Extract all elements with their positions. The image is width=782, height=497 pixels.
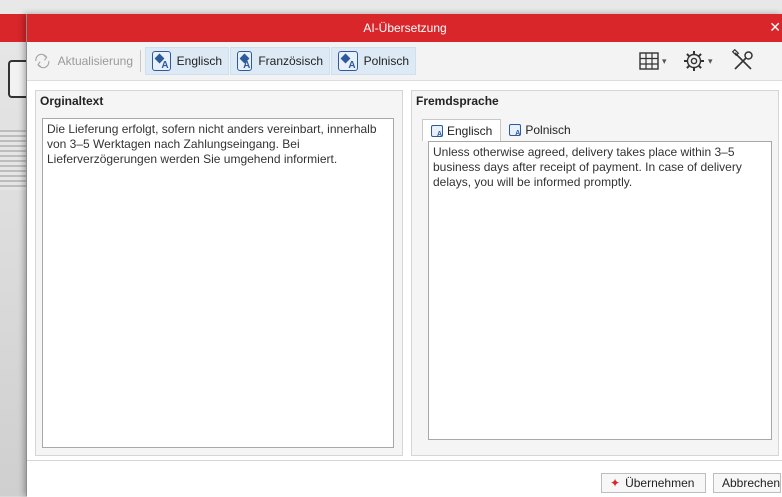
- grid-icon: [639, 52, 659, 70]
- background-app-sidebar: [0, 42, 26, 496]
- ai-translation-dialog: AI-Übersetzung ✕ Aktualisierung Englisch…: [26, 14, 782, 497]
- original-text-field[interactable]: Die Lieferung erfolgt, sofern nicht ande…: [42, 118, 394, 448]
- original-text-title: Orginaltext: [40, 94, 104, 108]
- language-button-french[interactable]: Französisch: [230, 47, 330, 75]
- translate-icon: [509, 124, 522, 137]
- translate-icon: [152, 51, 171, 71]
- tab-label: Englisch: [447, 123, 493, 138]
- refresh-button[interactable]: Aktualisierung: [27, 47, 139, 75]
- cancel-label: Abbrechen: [722, 476, 781, 490]
- language-label: Englisch: [176, 54, 222, 68]
- language-label: Französisch: [258, 54, 323, 68]
- translate-icon: [431, 124, 443, 138]
- dialog-titlebar: AI-Übersetzung ✕: [27, 14, 782, 42]
- foreign-language-title: Fremdsprache: [416, 94, 499, 108]
- gear-icon: [684, 51, 704, 71]
- cancel-button[interactable]: Abbrechen: [713, 473, 781, 493]
- refresh-label: Aktualisierung: [57, 54, 133, 68]
- close-icon[interactable]: ✕: [769, 19, 781, 36]
- chevron-down-icon: ▾: [708, 55, 713, 66]
- language-label: Polnisch: [363, 54, 409, 68]
- language-tabs: Englisch Polnisch: [422, 119, 579, 141]
- apply-label: Übernehmen: [625, 476, 695, 490]
- refresh-icon: [35, 53, 50, 69]
- dialog-title: AI-Übersetzung: [363, 21, 447, 35]
- sparkle-icon: ✦: [610, 476, 621, 490]
- dialog-footer: ✦ Übernehmen Abbrechen: [27, 460, 782, 497]
- original-text-panel: Orginaltext Die Lieferung erfolgt, sofer…: [35, 90, 403, 456]
- grid-menu-button[interactable]: ▾: [639, 48, 667, 74]
- settings-menu-button[interactable]: ▾: [683, 48, 713, 74]
- translated-text-field[interactable]: Unless otherwise agreed, delivery takes …: [428, 141, 772, 440]
- background-app-divider: [0, 130, 26, 190]
- tab-label: Polnisch: [525, 123, 571, 137]
- tools-button[interactable]: [731, 48, 755, 74]
- translate-icon: [237, 51, 253, 71]
- apply-button[interactable]: ✦ Übernehmen: [601, 473, 706, 493]
- foreign-language-panel: Fremdsprache Englisch Polnisch Unless ot…: [411, 90, 779, 456]
- language-button-english[interactable]: Englisch: [145, 47, 229, 75]
- tab-english[interactable]: Englisch: [422, 119, 502, 141]
- language-button-polish[interactable]: Polnisch: [331, 47, 416, 75]
- toolbar: Aktualisierung Englisch Französisch Poln…: [27, 42, 782, 81]
- background-app-icon: [8, 60, 28, 98]
- translate-icon: [338, 51, 358, 71]
- tools-icon: [731, 49, 753, 70]
- chevron-down-icon: ▾: [662, 55, 667, 66]
- tab-polish[interactable]: Polnisch: [501, 119, 578, 141]
- toolbar-separator: [140, 50, 141, 72]
